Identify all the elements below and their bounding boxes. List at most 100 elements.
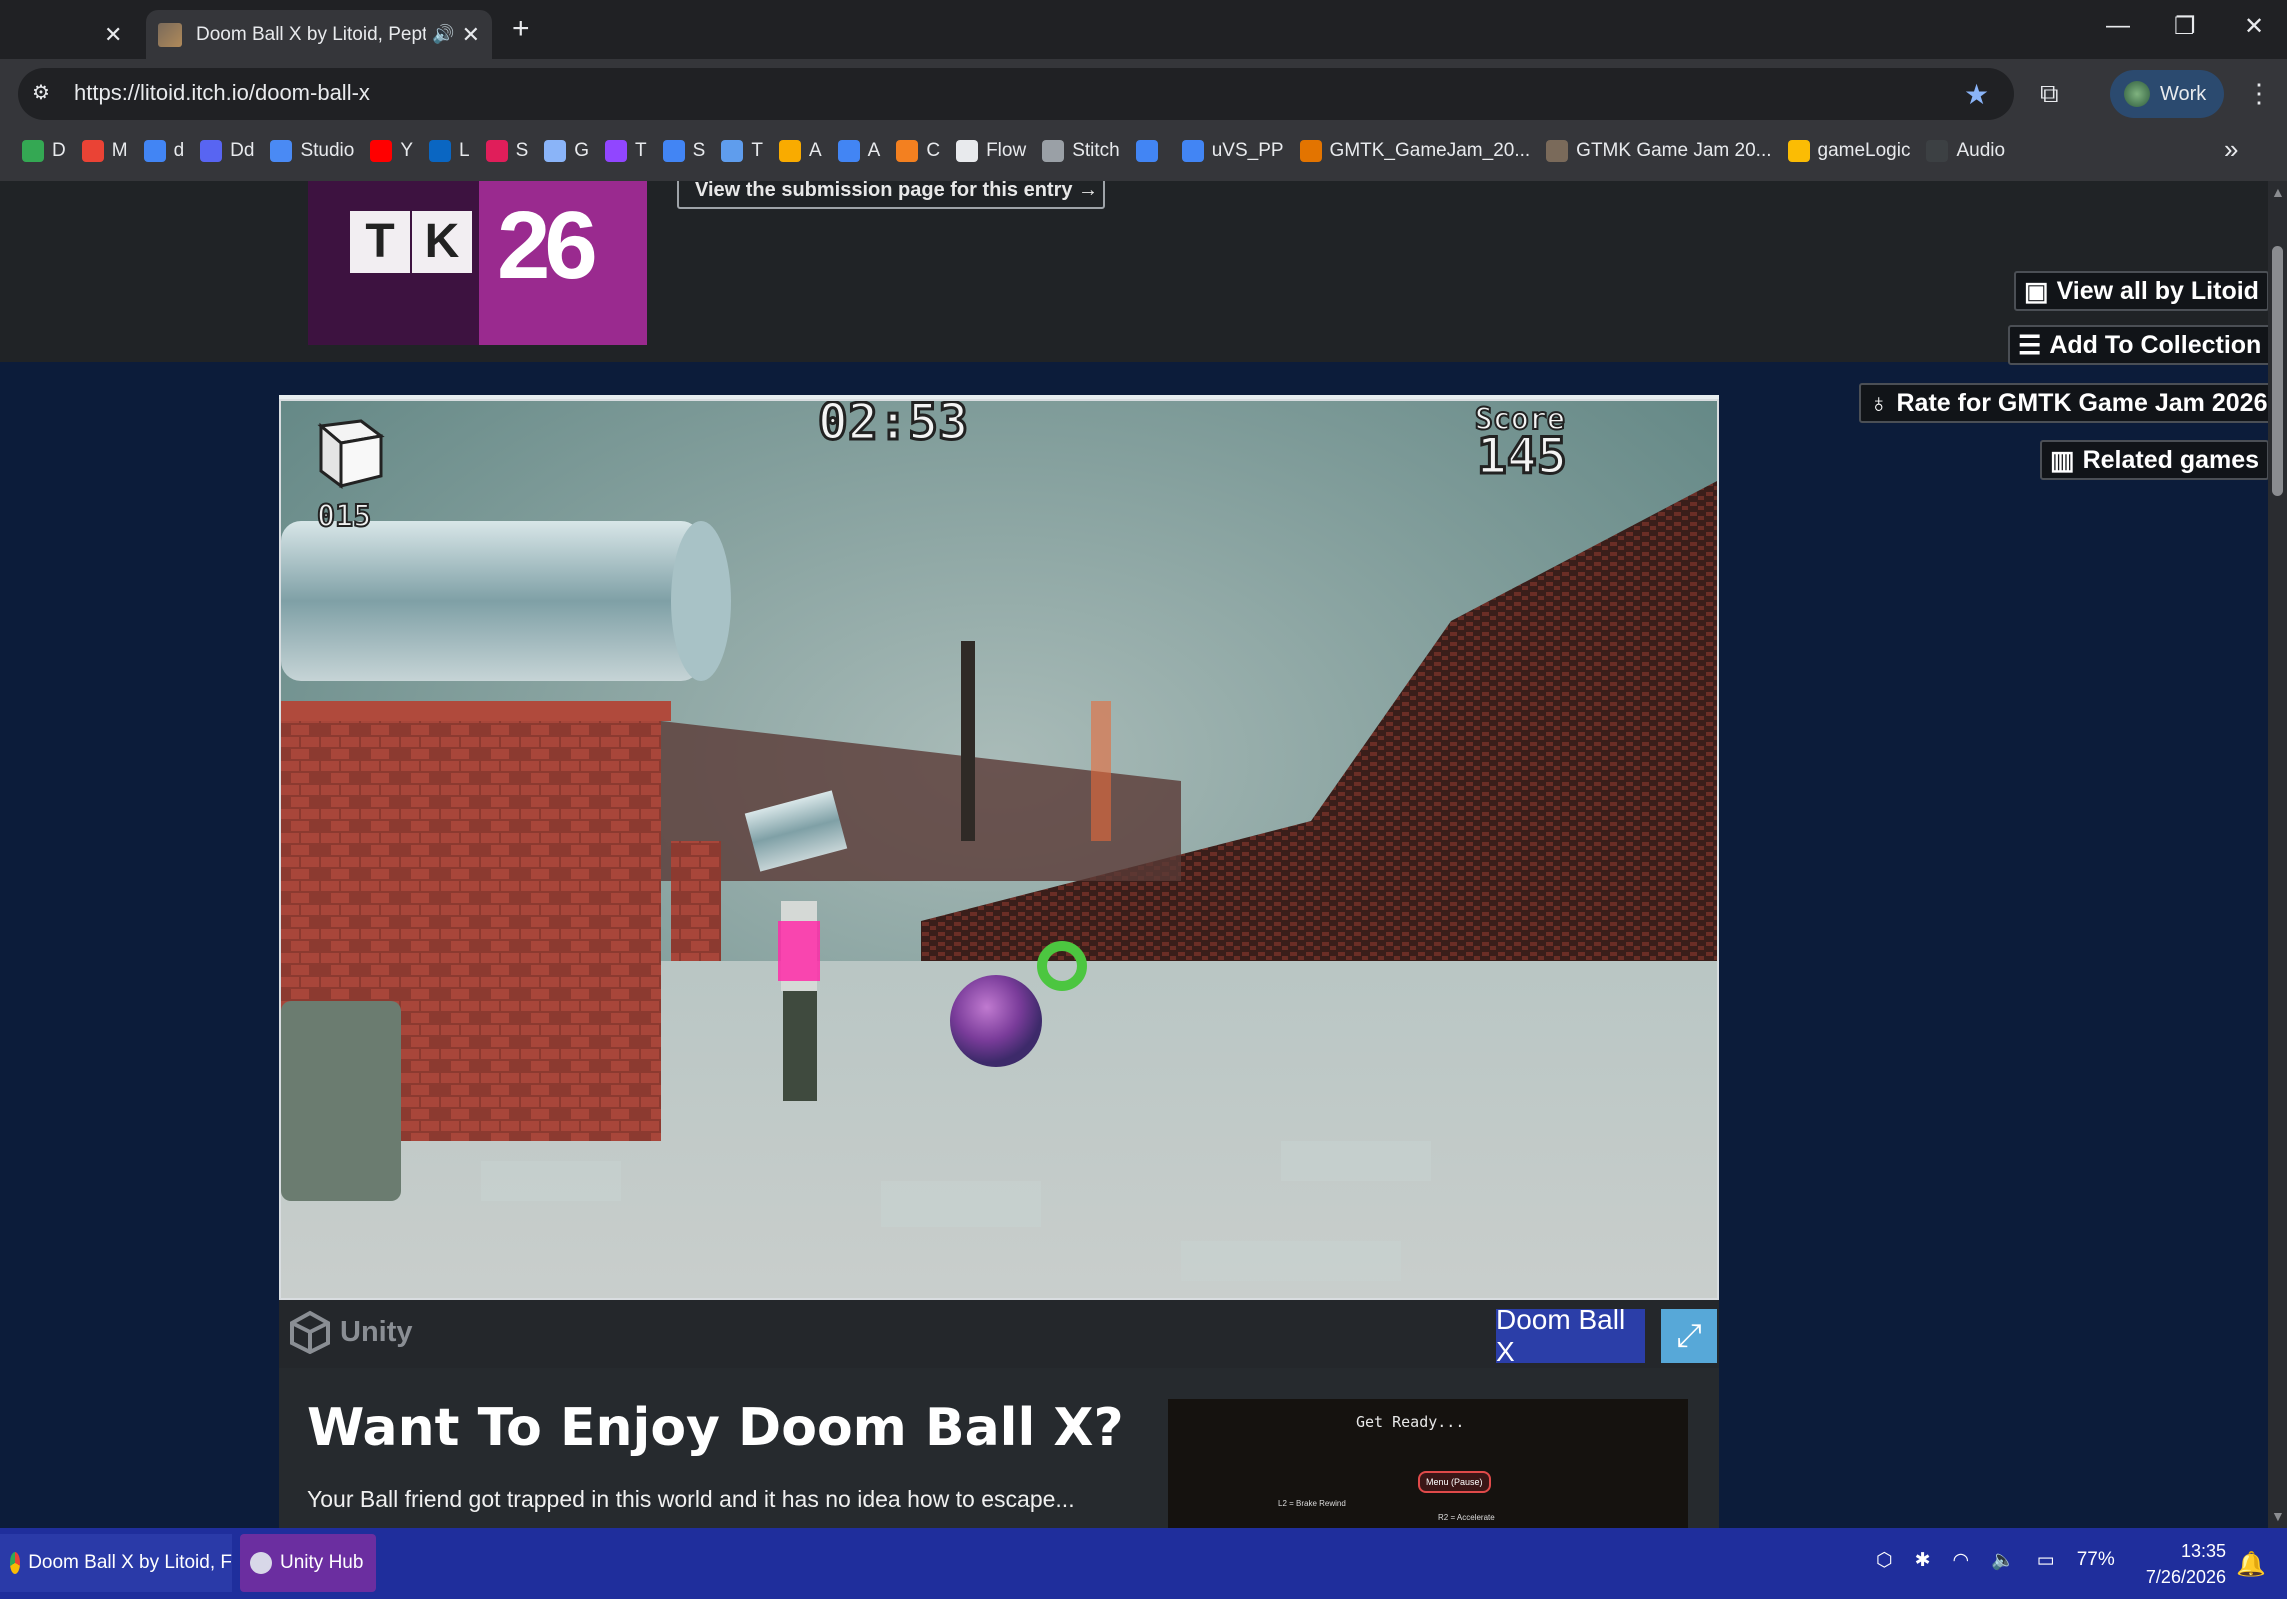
- bookmark-item[interactable]: Y: [370, 140, 413, 162]
- bookmark-favicon-icon: [270, 140, 293, 162]
- fullscreen-icon[interactable]: ⤢: [1661, 1309, 1717, 1363]
- bookmark-item[interactable]: T: [605, 140, 647, 162]
- bookmark-label: S: [515, 140, 529, 161]
- bookmark-label: Audio: [1956, 140, 2006, 161]
- bookmark-item[interactable]: Dd: [200, 140, 254, 162]
- bookmark-label: D: [52, 140, 66, 161]
- taskbar-clock[interactable]: 13:35 7/26/2026: [2138, 1538, 2226, 1590]
- tab-previous[interactable]: ✕: [0, 10, 140, 59]
- bookmark-favicon-icon: [370, 140, 393, 162]
- description-heading: Want To Enjoy Doom Ball X?: [307, 1398, 1124, 1458]
- chrome-icon: [10, 1552, 21, 1574]
- bookmark-label: GTMK Game Jam 20...: [1576, 140, 1772, 161]
- bookmark-label: G: [574, 140, 590, 161]
- bookmark-label: Studio: [300, 140, 355, 161]
- wifi-icon[interactable]: ◠: [1953, 1549, 1970, 1572]
- scrollbar-thumb[interactable]: [2272, 246, 2283, 496]
- bookmark-item[interactable]: T: [721, 140, 763, 162]
- bookmark-item[interactable]: D: [22, 140, 66, 162]
- bookmark-item[interactable]: [1135, 140, 1166, 162]
- tab-title: Doom Ball X by Litoid, Pepti: [196, 23, 426, 45]
- restore-button[interactable]: ❐: [2174, 12, 2196, 41]
- bookmark-favicon-icon: [429, 140, 451, 162]
- bookmark-favicon-icon: [721, 140, 744, 162]
- battery-percent: 77%: [2076, 1549, 2115, 1570]
- unity-hub-icon: [250, 1552, 272, 1574]
- bookmark-favicon-icon: [956, 140, 979, 162]
- bookmark-label: Flow: [986, 140, 1027, 161]
- score-value: 145: [1477, 427, 1567, 485]
- bookmark-star-icon[interactable]: ★: [1964, 78, 1989, 111]
- url-text[interactable]: https://litoid.itch.io/doom-ball-x: [74, 80, 370, 106]
- bookmark-item[interactable]: A: [778, 140, 822, 162]
- site-info-icon[interactable]: ⚙: [32, 80, 58, 106]
- bookmark-item[interactable]: Flow: [956, 140, 1026, 162]
- bookmark-item[interactable]: gameLogic: [1787, 140, 1910, 162]
- controls-screenshot[interactable]: Get Ready... Menu (Pause) L2 = Brake Rew…: [1168, 1399, 1688, 1528]
- taskbar-app-unity-hub[interactable]: Unity Hub: [240, 1534, 376, 1592]
- scroll-up-icon[interactable]: ▲: [2271, 184, 2285, 200]
- profile-label: Work: [2160, 82, 2207, 105]
- new-tab-button[interactable]: +: [512, 12, 530, 46]
- bookmark-favicon-icon: [1926, 140, 1949, 162]
- ribbon-icon: ♁: [1869, 387, 1889, 418]
- bookmark-item[interactable]: M: [81, 140, 128, 162]
- add-to-collection-label: Add To Collection: [2049, 330, 2262, 359]
- bookmarks-overflow-icon[interactable]: »: [2224, 134, 2238, 165]
- bookmark-item[interactable]: GTMK Game Jam 20...: [1546, 140, 1772, 162]
- clock-date: 7/26/2026: [2145, 1567, 2226, 1587]
- screenshot-menu: Menu (Pause): [1418, 1471, 1491, 1493]
- bookmark-label: C: [926, 140, 941, 161]
- notification-bell-icon[interactable]: 🔔: [2236, 1550, 2266, 1579]
- unity-label: Unity: [340, 1315, 413, 1348]
- related-games-button[interactable]: ▥ Related games: [2040, 440, 2268, 480]
- minimize-button[interactable]: —: [2106, 12, 2130, 40]
- bookmark-label: L: [459, 140, 470, 161]
- bookmark-item[interactable]: GMTK_GameJam_20...: [1299, 140, 1530, 162]
- rate-for-jam-label: Rate for GMTK Game Jam 2026: [1896, 388, 2268, 417]
- close-tab-icon[interactable]: ✕: [462, 22, 480, 48]
- bookmark-item[interactable]: C: [896, 140, 940, 162]
- bookmark-item[interactable]: Stitch: [1042, 140, 1120, 162]
- bookmark-item[interactable]: A: [837, 140, 880, 162]
- browser-menu-icon[interactable]: ⋮: [2246, 78, 2272, 109]
- battery-icon[interactable]: ▭: [2037, 1549, 2055, 1572]
- audio-playing-icon[interactable]: 🔊: [432, 24, 454, 45]
- profile-button[interactable]: Work: [2110, 70, 2224, 118]
- unity-tray-icon[interactable]: ⬡: [1876, 1549, 1893, 1572]
- itch-icon: ▣: [2024, 275, 2049, 306]
- taskbar-app-label: Unity Hub: [280, 1552, 364, 1573]
- game-canvas[interactable]: 015 02:53 Score 145: [281, 401, 1717, 1298]
- bookmark-item[interactable]: uVS_PP: [1181, 140, 1284, 162]
- bookmark-item[interactable]: Studio: [270, 140, 354, 162]
- bookmark-item[interactable]: S: [485, 140, 529, 162]
- bookmark-favicon-icon: [22, 140, 44, 162]
- bookmark-item[interactable]: Audio: [1926, 140, 2005, 162]
- taskbar-app-browser[interactable]: Doom Ball X by Litoid, F: [0, 1534, 232, 1592]
- bookmark-label: M: [111, 140, 128, 161]
- game-timer: 02:53: [818, 401, 969, 451]
- window-close-button[interactable]: ✕: [2244, 12, 2264, 41]
- bookmark-item[interactable]: S: [662, 140, 705, 162]
- screenshot-brake: L2 = Brake Rewind: [1278, 1499, 1346, 1508]
- volume-icon[interactable]: 🔈: [1991, 1548, 2015, 1572]
- bluetooth-icon[interactable]: ✱: [1915, 1549, 1931, 1572]
- bookmark-label: Stitch: [1072, 140, 1120, 161]
- bookmark-favicon-icon: [778, 140, 801, 162]
- bookmark-item[interactable]: d: [143, 140, 184, 162]
- description-text: Your Ball friend got trapped in this wor…: [307, 1486, 1075, 1512]
- add-to-collection-button[interactable]: ☰ Add To Collection: [2008, 325, 2268, 365]
- bookmark-favicon-icon: [1299, 140, 1322, 162]
- bookmark-item[interactable]: L: [429, 140, 470, 162]
- bookmark-item[interactable]: G: [544, 140, 589, 162]
- extensions-icon[interactable]: ⧉: [2040, 78, 2059, 110]
- scroll-down-icon[interactable]: ▼: [2271, 1508, 2285, 1524]
- bookmark-favicon-icon: [485, 140, 508, 162]
- bookmark-favicon-icon: [1181, 140, 1204, 162]
- close-tab-icon[interactable]: ✕: [104, 22, 122, 48]
- tab-doom-ball-x[interactable]: Doom Ball X by Litoid, Pepti 🔊 ✕: [146, 10, 492, 59]
- view-all-button[interactable]: ▣ View all by Litoid: [2014, 271, 2268, 311]
- rate-for-jam-button[interactable]: ♁ Rate for GMTK Game Jam 2026: [1859, 383, 2268, 423]
- bookmark-favicon-icon: [662, 140, 685, 162]
